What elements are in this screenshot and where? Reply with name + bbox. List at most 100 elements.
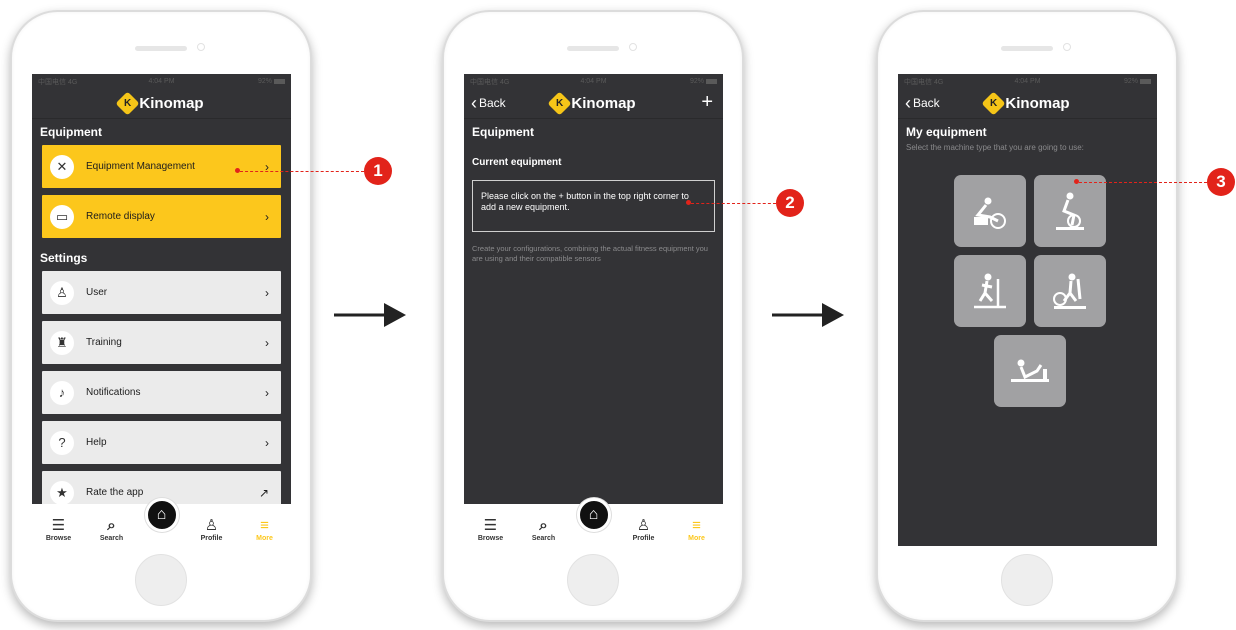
equipment-management-item[interactable]: ✕ Equipment Management › [42,145,281,188]
spin-bike-icon [1056,192,1084,230]
section-settings: Settings [40,251,88,265]
page-title: Equipment [472,125,534,139]
trophy-icon: ♜ [50,330,74,355]
menu-icon: ≡ [692,517,701,534]
tab-profile[interactable]: ♙ Profile [192,517,232,542]
elliptical-tile[interactable] [1034,255,1106,327]
search-icon: ⌕ [539,517,548,534]
status-carrier: 中国电信 4G [470,78,510,86]
item-label: Help [86,437,107,448]
status-bar: 中国电信 4G 4:04 PM 92% [898,74,1157,89]
current-equipment-label: Current equipment [472,157,562,168]
training-item[interactable]: ♜ Training › [42,321,281,364]
page-subtitle: Select the machine type that you are goi… [906,143,1084,152]
arrow-right-icon [334,303,406,327]
callout-line [1079,182,1207,183]
treadmill-icon [974,273,1006,309]
notifications-item[interactable]: ♪ Notifications › [42,371,281,414]
navbar: ‹ Back K Kinomap [898,89,1157,119]
user-item[interactable]: ♙ User › [42,271,281,314]
more-screen: 中国电信 4G 4:04 PM 92% K Kinomap Equipment ✕… [32,74,291,546]
tutorial-stage: 中国电信 4G 4:04 PM 92% K Kinomap Equipment ✕… [0,0,1236,630]
status-battery: 92% [1124,78,1151,85]
profile-icon: ♙ [204,517,219,534]
callout-line [240,171,364,172]
item-label: Notifications [86,387,141,398]
tab-more[interactable]: ≡ More [677,517,717,542]
external-link-icon: ↗ [258,485,269,500]
description-text: Create your configurations, combining th… [472,244,708,263]
tab-browse[interactable]: ☰ Browse [471,517,511,542]
home-icon: ⌂ [588,506,599,523]
home-hardware-button[interactable] [135,554,187,606]
bell-icon: ♪ [50,380,74,405]
tab-search[interactable]: ⌕ Search [92,517,132,542]
home-button[interactable]: ⌂ [144,498,179,532]
profile-icon: ♙ [636,517,651,534]
rower-icon [1011,359,1049,382]
tab-bar: ☰ Browse ⌕ Search ⌂ ♙ Profile ≡ More [32,498,291,546]
phone-3: 中国电信 4G 4:04 PM 92% ‹ Back K Kinomap My eq… [876,10,1178,622]
item-label: Equipment Management [86,161,195,172]
chevron-right-icon: › [265,209,269,224]
back-button[interactable]: ‹ Back [905,94,940,112]
home-hardware-button[interactable] [567,554,619,606]
search-icon: ⌕ [107,517,116,534]
tab-bar: ☰ Browse ⌕ Search ⌂ ♙ Profile ≡ More [464,498,723,546]
callout-2: 2 [776,189,804,217]
phone-1: 中国电信 4G 4:04 PM 92% K Kinomap Equipment ✕… [10,10,312,622]
speaker [135,46,187,51]
tab-profile[interactable]: ♙ Profile [624,517,664,542]
my-equipment-screen: 中国电信 4G 4:04 PM 92% ‹ Back K Kinomap My eq… [898,74,1157,546]
chevron-right-icon: › [265,285,269,300]
navbar: K Kinomap [32,89,291,119]
phone-2: 中国电信 4G 4:04 PM 92% ‹ Back K Kinomap + Equ… [442,10,744,622]
item-label: Remote display [86,211,155,222]
item-label: User [86,287,108,298]
status-battery: 92% [258,78,285,85]
tab-browse[interactable]: ☰ Browse [39,517,79,542]
home-hardware-button[interactable] [1001,554,1053,606]
camera [197,43,205,51]
chevron-right-icon: › [265,385,269,400]
item-label: Training [86,337,122,348]
help-icon: ? [50,430,74,455]
callout-3: 3 [1207,168,1235,196]
callout-1: 1 [364,157,392,185]
star-hand-icon: ★ [50,480,74,505]
status-carrier: 中国电信 4G [38,78,78,86]
tab-search[interactable]: ⌕ Search [524,517,564,542]
speaker [567,46,619,51]
navbar: ‹ Back K Kinomap + [464,89,723,119]
home-button[interactable]: ⌂ [576,498,611,532]
spin-bike-tile[interactable] [1034,175,1106,247]
chevron-left-icon: ‹ [471,93,477,113]
equipment-screen: 中国电信 4G 4:04 PM 92% ‹ Back K Kinomap + Equ… [464,74,723,546]
bike-tile[interactable] [954,175,1026,247]
callout-line [691,203,776,204]
browse-icon: ☰ [51,517,66,534]
rower-tile[interactable] [994,335,1066,407]
monitor-icon: ▭ [50,204,74,229]
browse-icon: ☰ [483,517,498,534]
kinomap-logo: K Kinomap [115,91,204,116]
status-battery: 92% [690,78,717,85]
item-label: Rate the app [86,487,144,498]
speaker [1001,46,1053,51]
user-icon: ♙ [50,280,74,305]
help-item[interactable]: ? Help › [42,421,281,464]
add-equipment-button[interactable]: + [701,91,713,114]
arrow-right-icon [772,303,844,327]
section-equipment: Equipment [40,125,102,139]
remote-display-item[interactable]: ▭ Remote display › [42,195,281,238]
chevron-right-icon: › [265,335,269,350]
menu-icon: ≡ [260,517,269,534]
status-bar: 中国电信 4G 4:04 PM 92% [32,74,291,89]
treadmill-tile[interactable] [954,255,1026,327]
tab-more[interactable]: ≡ More [245,517,285,542]
camera [1063,43,1071,51]
kinomap-logo: K Kinomap [547,91,636,116]
elliptical-icon [1053,273,1086,309]
back-button[interactable]: ‹ Back [471,93,506,113]
bike-icon [974,197,1006,229]
